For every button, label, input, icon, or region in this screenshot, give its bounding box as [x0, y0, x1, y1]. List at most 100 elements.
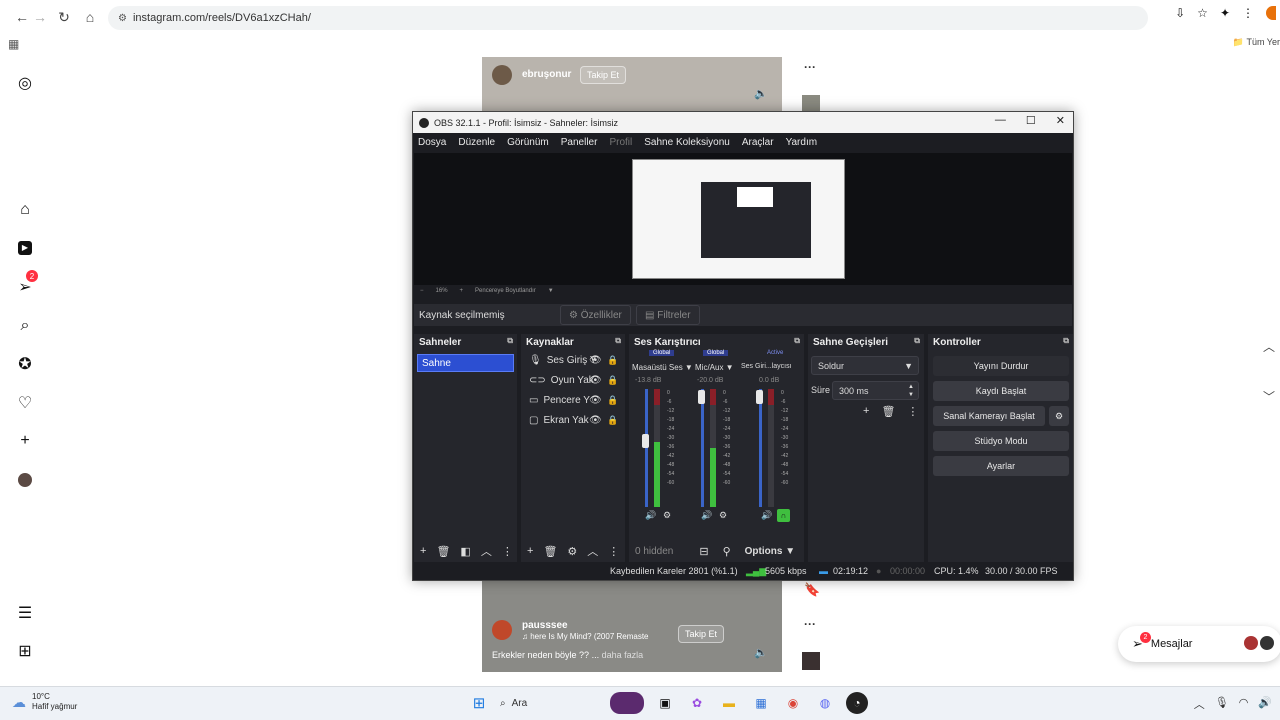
- mixer-link-icon[interactable]: ⚲: [723, 545, 731, 558]
- mute-icon[interactable]: 🔊: [701, 510, 712, 521]
- transition-select[interactable]: Soldur ▼: [811, 356, 919, 375]
- prev-reel-icon[interactable]: ︿: [1258, 332, 1280, 360]
- messages-pill[interactable]: ➢ 2 Mesajlar: [1118, 626, 1280, 662]
- scene-more-icon[interactable]: ⋮: [502, 545, 513, 558]
- visibility-icon[interactable]: 👁: [589, 395, 602, 406]
- fader-knob[interactable]: [756, 390, 763, 404]
- fader-knob[interactable]: [642, 434, 649, 448]
- studio-mode-button[interactable]: Stüdyo Modu: [933, 431, 1069, 451]
- reload-icon[interactable]: ↻: [52, 5, 76, 29]
- fader-knob[interactable]: [698, 390, 705, 404]
- zoom-out-icon[interactable]: −: [420, 288, 424, 294]
- mic-tray-icon[interactable]: 🎙: [1215, 696, 1229, 712]
- forward-icon[interactable]: →: [28, 5, 52, 29]
- mixer-layout-icon[interactable]: ⊟: [699, 545, 708, 558]
- weather-widget[interactable]: ☁ 10°C Hafif yağmur: [12, 692, 77, 712]
- start-virtual-camera-button[interactable]: Sanal Kamerayı Başlat: [933, 406, 1045, 426]
- lock-icon[interactable]: 🔒: [607, 395, 618, 406]
- mixer-channel-name[interactable]: Masaüstü Ses ▼: [632, 363, 693, 372]
- messages-icon[interactable]: ➢ 2: [14, 270, 38, 298]
- visibility-icon[interactable]: 👁: [589, 415, 602, 426]
- profile-avatar[interactable]: [14, 469, 36, 491]
- install-app-icon[interactable]: ⇩: [1175, 6, 1185, 20]
- extensions-icon[interactable]: ✦: [1220, 6, 1230, 20]
- reel-bottom-volume-icon[interactable]: 🔈: [754, 646, 768, 659]
- site-info-icon[interactable]: ⚙: [118, 13, 127, 24]
- add-transition-icon[interactable]: +: [863, 405, 869, 418]
- menu-tools[interactable]: Araçlar: [742, 137, 774, 148]
- mixer-channel-name[interactable]: Mic/Aux ▼: [695, 363, 734, 372]
- menu-help[interactable]: Yardım: [786, 137, 818, 148]
- reel-bottom-audio-thumb[interactable]: [802, 652, 820, 670]
- menu-edit[interactable]: Düzenle: [458, 137, 495, 148]
- chrome-icon[interactable]: ◉: [782, 692, 804, 714]
- wifi-icon[interactable]: ◠: [1239, 696, 1249, 712]
- scene-filters-icon[interactable]: ◧: [460, 545, 470, 558]
- source-more-icon[interactable]: ⋮: [608, 545, 619, 558]
- store-icon[interactable]: ▦: [750, 692, 772, 714]
- profile-icon[interactable]: [1266, 6, 1276, 20]
- menu-scene-collection[interactable]: Sahne Koleksiyonu: [644, 137, 730, 148]
- source-item[interactable]: ▭ Pencere Y 👁 🔒: [521, 390, 625, 410]
- options-dropdown[interactable]: Options ▼: [745, 546, 795, 557]
- explore-icon[interactable]: ✪: [14, 353, 36, 375]
- properties-button[interactable]: ⚙ Özellikler: [560, 305, 631, 325]
- scenes-undock-icon[interactable]: ⧉: [507, 336, 513, 346]
- virtual-camera-settings-icon[interactable]: ⚙: [1049, 406, 1069, 426]
- lock-icon[interactable]: 🔒: [607, 355, 618, 366]
- volume-fader[interactable]: [701, 389, 704, 507]
- home-button-icon[interactable]: ⌂: [78, 5, 102, 29]
- source-item[interactable]: ▢ Ekran Yak 👁 🔒: [521, 410, 625, 430]
- file-explorer-icon[interactable]: ▬: [718, 692, 740, 714]
- reel-bottom-more-icon[interactable]: ···: [804, 617, 816, 631]
- task-view-icon[interactable]: ▣: [654, 692, 676, 714]
- address-bar[interactable]: ⚙ instagram.com/reels/DV6a1xzCHah/: [108, 6, 1148, 30]
- mixer-undock-icon[interactable]: ⧉: [794, 336, 800, 346]
- also-from-meta-icon[interactable]: ⊞: [14, 640, 36, 662]
- channel-config-icon[interactable]: ⚙: [663, 510, 671, 521]
- controls-undock-icon[interactable]: ⧉: [1063, 336, 1069, 346]
- reel-bottom-song[interactable]: ♫ here Is My Mind? (2007 Remaste: [522, 632, 649, 641]
- volume-fader[interactable]: [645, 389, 648, 507]
- obs-taskbar-icon[interactable]: ◔: [846, 692, 868, 714]
- sources-undock-icon[interactable]: ⧉: [615, 336, 621, 346]
- zoom-dropdown-icon[interactable]: ▼: [548, 288, 554, 294]
- menu-profile[interactable]: Profil: [609, 137, 632, 148]
- visibility-icon[interactable]: 👁: [589, 375, 602, 386]
- maximize-icon[interactable]: ☐: [1026, 114, 1036, 127]
- apps-grid-icon[interactable]: ▦: [8, 37, 19, 51]
- transition-more-icon[interactable]: ⋮: [907, 405, 918, 418]
- menu-docks[interactable]: Paneller: [561, 137, 598, 148]
- bookmark-star-icon[interactable]: ☆: [1197, 6, 1208, 20]
- reel-bottom-avatar[interactable]: [492, 620, 512, 640]
- remove-scene-icon[interactable]: 🗑: [436, 545, 450, 558]
- more-menu-icon[interactable]: ☰: [14, 602, 36, 624]
- menu-icon[interactable]: ⋮: [1242, 6, 1254, 20]
- source-item[interactable]: ⊂⊃ Oyun Yak 👁 🔒: [521, 370, 625, 390]
- source-up-icon[interactable]: ︿: [587, 543, 598, 559]
- reel-top-follow-button[interactable]: Takip Et: [580, 66, 627, 84]
- settings-button[interactable]: Ayarlar: [933, 456, 1069, 476]
- monitor-headphones-icon[interactable]: ∩: [777, 509, 790, 522]
- mute-icon[interactable]: 🔊: [645, 510, 656, 521]
- duration-input[interactable]: 300 ms ▲ ▼: [832, 381, 919, 400]
- search-icon[interactable]: ⌕: [14, 315, 36, 337]
- remove-source-icon[interactable]: 🗑: [543, 545, 557, 558]
- tray-expand-icon[interactable]: ︿: [1194, 696, 1205, 712]
- widget-app-icon[interactable]: [610, 692, 644, 714]
- volume-fader[interactable]: [759, 389, 762, 507]
- obs-preview[interactable]: [414, 153, 1072, 285]
- home-icon[interactable]: ⌂: [14, 199, 36, 221]
- scene-item[interactable]: Sahne: [417, 354, 514, 372]
- reel-top-username[interactable]: ebruşonur: [522, 69, 571, 80]
- reel-top[interactable]: ebruşonur Takip Et 🔈: [482, 57, 782, 113]
- reel-top-avatar[interactable]: [492, 65, 512, 85]
- copilot-icon[interactable]: ✿: [686, 692, 708, 714]
- channel-config-icon[interactable]: ⚙: [719, 510, 727, 521]
- close-icon[interactable]: ✕: [1056, 114, 1065, 127]
- mixer-channel-name[interactable]: Ses Giri...laycısı: [741, 363, 792, 370]
- stop-stream-button[interactable]: Yayını Durdur: [933, 356, 1069, 376]
- all-bookmarks[interactable]: 📁 Tüm Yer: [1233, 37, 1280, 48]
- reel-bottom-username[interactable]: pausssee: [522, 620, 568, 631]
- lock-icon[interactable]: 🔒: [607, 415, 618, 426]
